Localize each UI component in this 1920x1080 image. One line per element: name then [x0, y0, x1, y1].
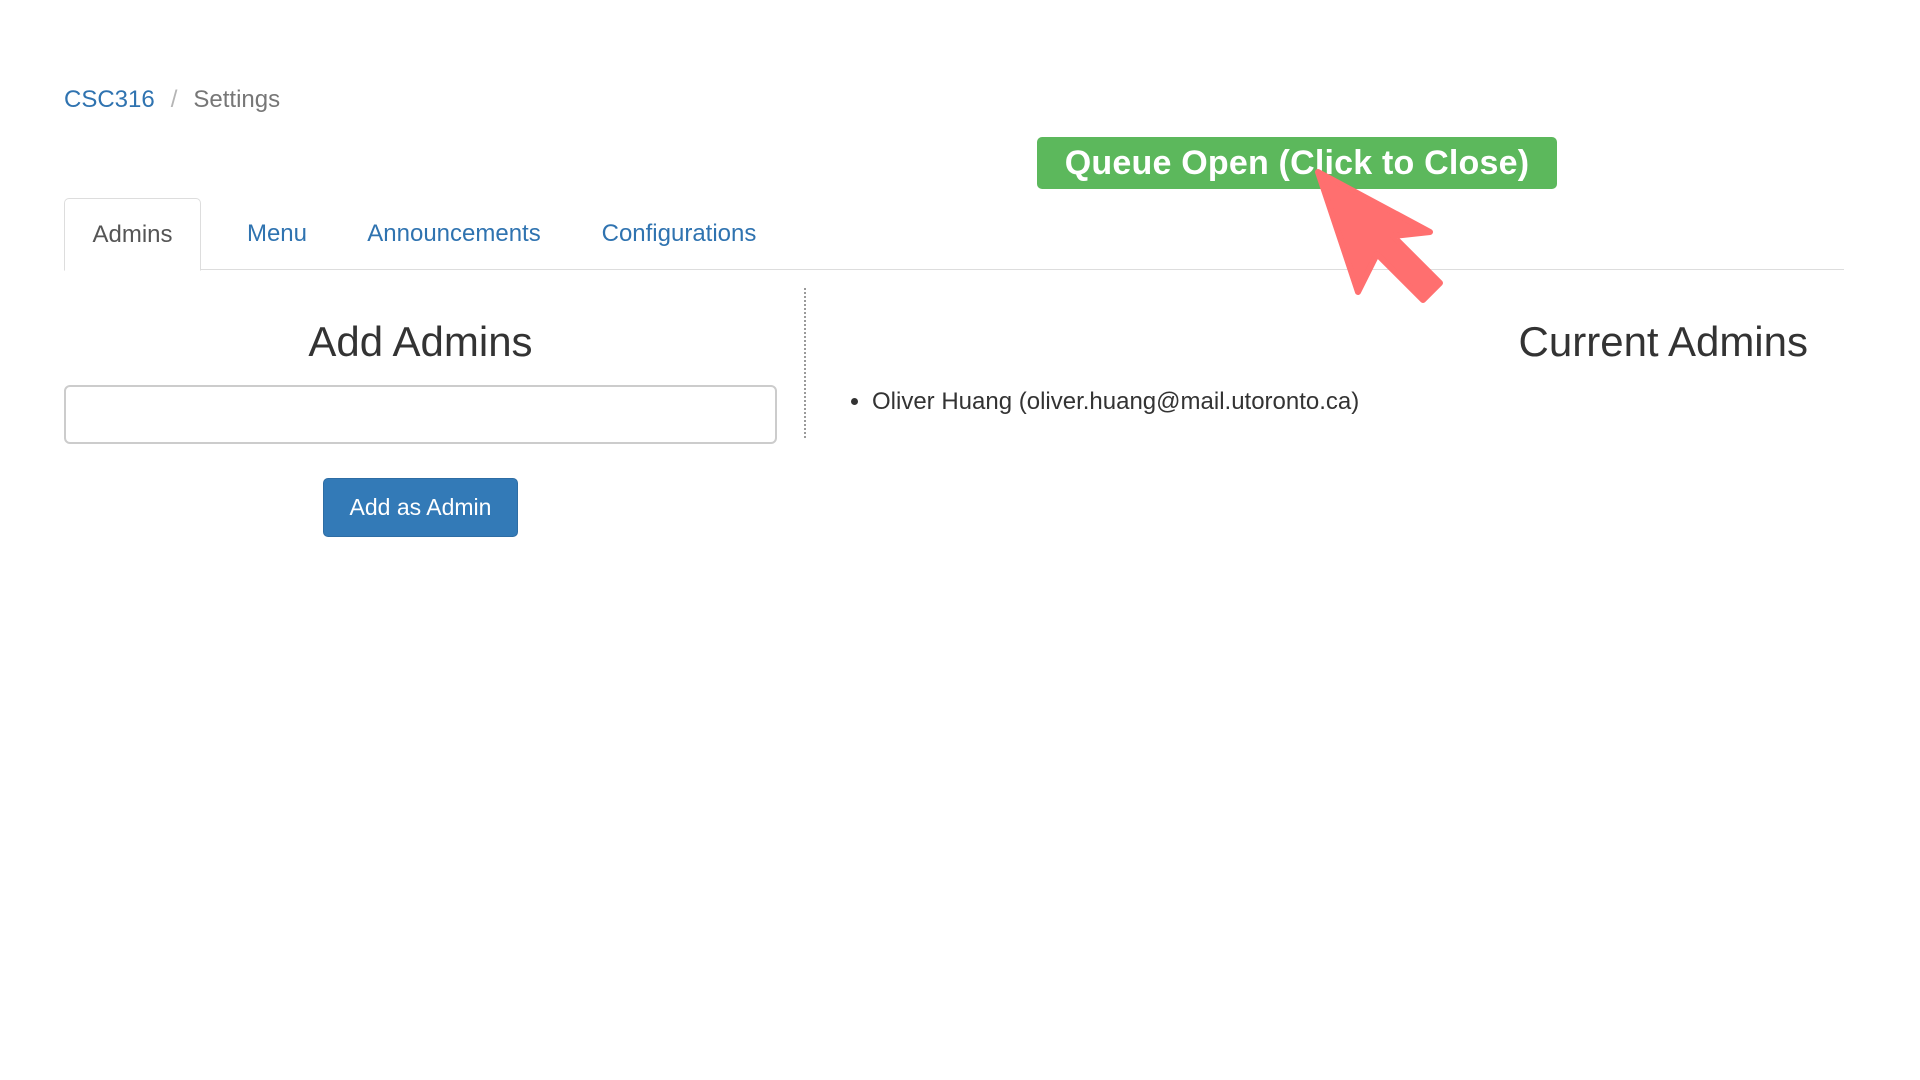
current-admins-list: Oliver Huang (oliver.huang@mail.utoronto… — [850, 386, 1359, 418]
settings-tabs: Admins Menu Announcements Configurations — [64, 198, 1844, 271]
add-admin-input[interactable] — [64, 385, 777, 444]
breadcrumb-course-link[interactable]: CSC316 — [64, 86, 155, 114]
add-as-admin-button[interactable]: Add as Admin — [323, 478, 518, 537]
add-admins-heading: Add Admins — [308, 318, 533, 365]
tab-admins[interactable]: Admins — [64, 198, 201, 271]
tab-configurations[interactable]: Configurations — [569, 198, 789, 270]
current-admins-heading: Current Admins — [1518, 318, 1808, 365]
queue-toggle-button[interactable]: Queue Open (Click to Close) — [1037, 137, 1557, 189]
column-divider — [804, 288, 806, 438]
breadcrumb-current: Settings — [193, 86, 281, 113]
tab-announcements[interactable]: Announcements — [344, 198, 564, 270]
settings-page: CSC316 / Settings Queue Open (Click to C… — [0, 0, 1920, 1080]
breadcrumb: CSC316 / Settings — [64, 86, 280, 114]
admin-list-item: Oliver Huang (oliver.huang@mail.utoronto… — [872, 386, 1359, 418]
breadcrumb-separator: / — [170, 86, 178, 113]
tab-menu[interactable]: Menu — [229, 198, 325, 270]
